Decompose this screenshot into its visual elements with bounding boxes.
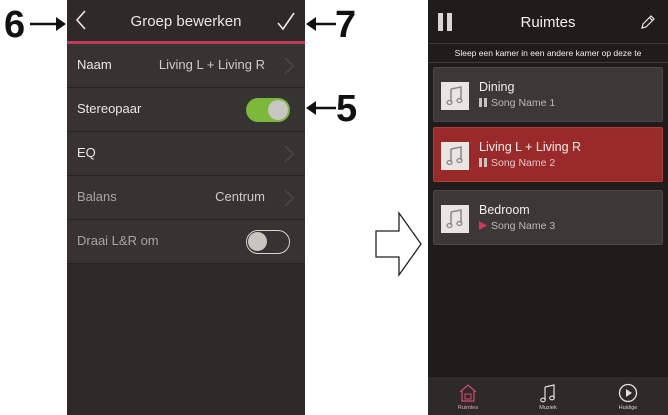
- toggle-knob: [248, 232, 267, 251]
- pause-icon: [479, 98, 487, 107]
- eq-label: EQ: [77, 145, 96, 160]
- callout-7-arrow: [306, 17, 336, 31]
- chevron-right-icon: [284, 145, 295, 163]
- tab-now-playing[interactable]: Huidige: [588, 377, 668, 415]
- name-label: Naam: [77, 57, 112, 72]
- swap-lr-toggle[interactable]: [246, 230, 290, 254]
- balance-label: Balans: [77, 189, 117, 204]
- balance-value: Centrum: [215, 189, 265, 204]
- edit-group-screen: Groep bewerken Naam Living L + Living R …: [67, 0, 305, 415]
- album-art: [441, 142, 469, 170]
- room-card[interactable]: Bedroom Song Name 3: [433, 190, 663, 245]
- rooms-screen: Ruimtes Sleep een kamer in een andere ka…: [428, 0, 668, 415]
- song-name: Song Name 1: [491, 97, 556, 109]
- tab-label: Huidige: [618, 405, 638, 411]
- album-art: [441, 82, 469, 110]
- tab-music[interactable]: Muziek: [508, 377, 588, 415]
- music-note-icon: [540, 384, 555, 403]
- callout-5-arrow: [306, 101, 336, 115]
- play-circle-icon: [618, 383, 638, 403]
- transition-arrow-icon: [375, 211, 422, 277]
- pause-icon: [479, 158, 487, 167]
- callout-6: 6: [4, 4, 26, 46]
- chevron-right-icon: [284, 189, 295, 207]
- eq-row[interactable]: EQ: [67, 132, 305, 176]
- room-card-selected[interactable]: Living L + Living R Song Name 2: [433, 127, 663, 182]
- callout-5: 5: [336, 88, 358, 130]
- pencil-icon[interactable]: [640, 14, 656, 30]
- swap-lr-label: Draai L&R om: [77, 233, 159, 248]
- swap-lr-row: Draai L&R om: [67, 220, 305, 264]
- play-icon: [479, 221, 487, 230]
- tab-rooms[interactable]: Ruimtes: [428, 377, 508, 415]
- stereo-pair-toggle[interactable]: [246, 98, 290, 122]
- instruction-divider: [428, 62, 668, 63]
- rooms-header: Ruimtes: [428, 0, 668, 44]
- music-note-icon: [446, 86, 463, 106]
- drag-instruction: Sleep een kamer in een andere kamer op d…: [454, 48, 642, 58]
- edit-group-header: Groep bewerken: [67, 0, 305, 44]
- rooms-title: Ruimtes: [520, 14, 576, 31]
- music-note-icon: [446, 146, 463, 166]
- album-art: [441, 205, 469, 233]
- song-name: Song Name 2: [491, 157, 556, 169]
- bottom-tab-bar: Ruimtes Muziek Huidige: [428, 377, 668, 415]
- tab-label: Ruimtes: [457, 405, 479, 411]
- balance-row[interactable]: Balans Centrum: [67, 176, 305, 220]
- room-card[interactable]: Dining Song Name 1: [433, 67, 663, 122]
- stereo-pair-label: Stereopaar: [77, 101, 142, 116]
- room-name: Bedroom: [479, 203, 530, 217]
- toggle-knob: [268, 100, 288, 120]
- header-divider: [428, 43, 668, 44]
- music-note-icon: [446, 209, 463, 229]
- checkmark-icon[interactable]: [276, 10, 296, 32]
- tab-label: Muziek: [539, 405, 557, 411]
- stereo-pair-row: Stereopaar: [67, 88, 305, 132]
- room-name: Dining: [479, 80, 515, 94]
- room-name: Living L + Living R: [479, 140, 582, 154]
- chevron-right-icon: [284, 57, 295, 75]
- house-icon: [459, 384, 477, 402]
- song-name: Song Name 3: [491, 220, 556, 232]
- name-row[interactable]: Naam Living L + Living R: [67, 44, 305, 88]
- callout-7: 7: [335, 4, 357, 46]
- callout-6-arrow: [30, 17, 66, 31]
- page-title: Groep bewerken: [130, 13, 242, 30]
- name-value: Living L + Living R: [158, 57, 265, 72]
